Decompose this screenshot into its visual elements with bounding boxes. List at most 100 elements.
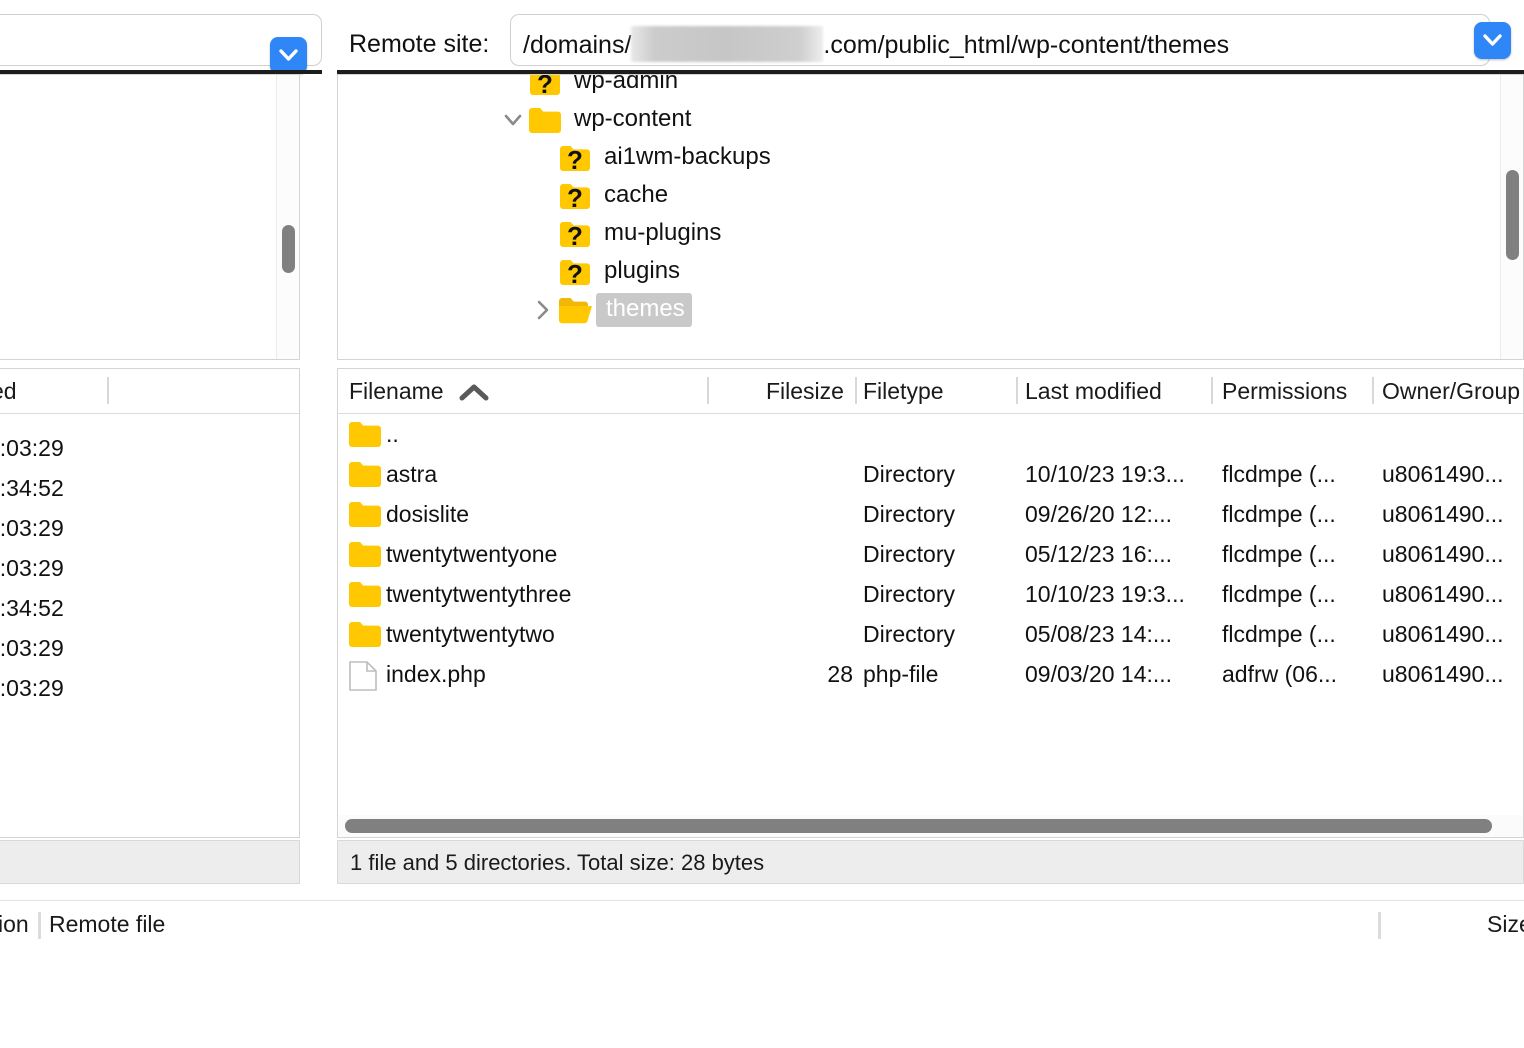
tree-item-themes[interactable]: themes — [338, 291, 1478, 329]
table-row[interactable]: twentytwentythree Directory 10/10/23 19:3.… — [338, 574, 1523, 614]
column-separator[interactable] — [855, 377, 857, 404]
folder-icon — [349, 622, 381, 647]
queue-column-header-remote-file[interactable]: Remote file — [49, 911, 165, 938]
cell-lastmod: 10/10/23 19:3... — [1025, 461, 1185, 487]
remote-list-horizontal-scrollbar[interactable] — [338, 815, 1523, 837]
table-row[interactable]: 4:03:29 — [0, 508, 299, 548]
cell-lastmodified: 4:03:29 — [0, 555, 64, 581]
column-separator[interactable] — [1016, 377, 1018, 404]
column-separator[interactable] — [1211, 377, 1213, 404]
cell-permissions: flcdmpe (... — [1222, 581, 1336, 607]
folder-icon — [349, 422, 381, 447]
chevron-down-icon[interactable] — [502, 109, 524, 131]
table-row[interactable]: 4:03:29 — [0, 428, 299, 468]
column-header-filesize[interactable]: Filesize — [766, 378, 844, 405]
remote-site-bar: Remote site: /domains/ .com/public_html/w… — [336, 0, 1524, 78]
svg-text:?: ? — [567, 259, 583, 287]
column-separator[interactable] — [1378, 912, 1381, 939]
cell-lastmod: 09/26/20 12:... — [1025, 501, 1173, 527]
tree-item-cache[interactable]: ? cache — [338, 177, 1478, 215]
cell-lastmod: 05/12/23 16:... — [1025, 541, 1173, 567]
remote-site-dropdown-button[interactable] — [1474, 22, 1511, 59]
cell-filetype: Directory — [863, 621, 956, 647]
folder-icon — [349, 462, 381, 487]
tree-twisty[interactable] — [528, 299, 558, 321]
local-column-header-lastmodified[interactable]: ed — [0, 378, 17, 405]
folder-unknown-icon: ? — [560, 259, 590, 287]
column-header-filetype[interactable]: Filetype — [863, 378, 944, 405]
tree-item-wp-admin[interactable]: ? wp-admin — [338, 74, 1478, 101]
table-row[interactable]: dosislite Directory 09/26/20 12:... flcdmpe… — [338, 494, 1523, 534]
local-tree-scrollbar[interactable] — [276, 75, 299, 359]
table-row[interactable]: 4:03:29 — [0, 628, 299, 668]
local-tree-scrollbar-thumb[interactable] — [282, 225, 295, 273]
table-row[interactable]: 4:03:29 — [0, 668, 299, 708]
cell-lastmod: 09/03/20 14:... — [1025, 661, 1173, 687]
column-header-permissions[interactable]: Permissions — [1222, 378, 1347, 405]
table-row[interactable]: 4:03:29 — [0, 548, 299, 588]
cell-filename: index.php — [386, 661, 486, 687]
tree-item-mu-plugins[interactable]: ? mu-plugins — [338, 215, 1478, 253]
redacted-domain-block — [631, 26, 824, 62]
tree-twisty[interactable] — [498, 109, 528, 131]
cell-filename: dosislite — [386, 501, 470, 527]
remote-list-horizontal-scrollbar-thumb[interactable] — [345, 819, 1492, 833]
cell-lastmodified: 6:34:52 — [0, 595, 64, 621]
tree-item-label: plugins — [604, 257, 681, 284]
table-row[interactable]: index.php 28 php-file 09/03/20 14:... adfrw … — [338, 654, 1523, 694]
remote-site-path-text: /domains/ .com/public_html/wp-content/the… — [523, 26, 1229, 62]
column-header-lastmodified[interactable]: Last modified — [1025, 378, 1162, 405]
cell-owner: u8061490... — [1382, 581, 1504, 607]
chevron-down-icon — [279, 49, 298, 61]
cell-owner: u8061490... — [1382, 661, 1504, 687]
filezilla-window: Remote site: /domains/ .com/public_html/w… — [0, 0, 1524, 1048]
remote-path-prefix: /domains/ — [523, 31, 632, 59]
local-status-bar — [0, 840, 300, 884]
remote-status-text: 1 file and 5 directories. Total size: 28… — [350, 850, 765, 875]
cell-owner: u8061490... — [1382, 501, 1504, 527]
remote-site-path-input[interactable]: /domains/ .com/public_html/wp-content/the… — [510, 14, 1490, 66]
cell-permissions: adfrw (06... — [1222, 661, 1338, 687]
remote-site-label: Remote site: — [349, 30, 490, 58]
tree-item-plugins[interactable]: ? plugins — [338, 253, 1478, 291]
column-header-filename[interactable]: Filename — [349, 378, 444, 405]
remote-tree-scrollbar-thumb[interactable] — [1506, 170, 1519, 260]
local-file-list[interactable]: ed 4:03:296:34:524:03:294:03:296:34:524:… — [0, 368, 300, 838]
table-row[interactable]: twentytwentytwo Directory 05/08/23 14:... f… — [338, 614, 1523, 654]
file-icon — [349, 661, 377, 691]
folder-icon — [529, 108, 561, 133]
local-directory-tree[interactable] — [0, 74, 300, 360]
queue-column-header-size[interactable]: Size — [1487, 911, 1524, 938]
remote-tree-scrollbar[interactable] — [1500, 75, 1523, 359]
tree-item-label: ai1wm-backups — [604, 143, 771, 170]
remote-file-list-rows: .. astra Directory 10/10/23 19:3... flcdmpe … — [338, 414, 1523, 694]
table-row[interactable]: astra Directory 10/10/23 19:3... flcdmpe (.… — [338, 454, 1523, 494]
column-separator[interactable] — [1372, 377, 1374, 404]
column-header-ownergroup[interactable]: Owner/Group — [1382, 378, 1520, 405]
column-separator[interactable] — [38, 912, 41, 939]
cell-lastmodified: 4:03:29 — [0, 675, 64, 701]
column-separator[interactable] — [707, 377, 709, 404]
cell-filename: .. — [386, 421, 399, 447]
local-site-path-input[interactable] — [0, 14, 322, 74]
remote-directory-tree[interactable]: ? wp-admin wp-content? ai1wm-backups? cache?… — [337, 74, 1524, 360]
tree-item-wp-content[interactable]: wp-content — [338, 101, 1478, 139]
table-row[interactable]: 6:34:52 — [0, 588, 299, 628]
cell-owner: u8061490... — [1382, 621, 1504, 647]
table-row[interactable]: 6:34:52 — [0, 468, 299, 508]
tree-item-ai1wm-backups[interactable]: ? ai1wm-backups — [338, 139, 1478, 177]
cell-filetype: php-file — [863, 661, 939, 687]
table-row[interactable]: twentytwentyone Directory 05/12/23 16:... f… — [338, 534, 1523, 574]
folder-icon — [349, 502, 381, 527]
chevron-right-icon[interactable] — [532, 299, 554, 321]
svg-text:?: ? — [537, 74, 553, 97]
cell-permissions: flcdmpe (... — [1222, 501, 1336, 527]
tree-item-label: cache — [604, 181, 669, 208]
folder-unknown-icon: ? — [560, 221, 590, 249]
remote-file-list[interactable]: Filename Filesize Filetype Last modified… — [337, 368, 1524, 838]
queue-column-header-direction[interactable]: ion — [0, 911, 29, 938]
column-separator[interactable] — [107, 377, 109, 404]
svg-text:?: ? — [567, 145, 583, 173]
local-site-dropdown-button[interactable] — [270, 37, 307, 74]
table-row[interactable]: .. — [338, 414, 1523, 454]
